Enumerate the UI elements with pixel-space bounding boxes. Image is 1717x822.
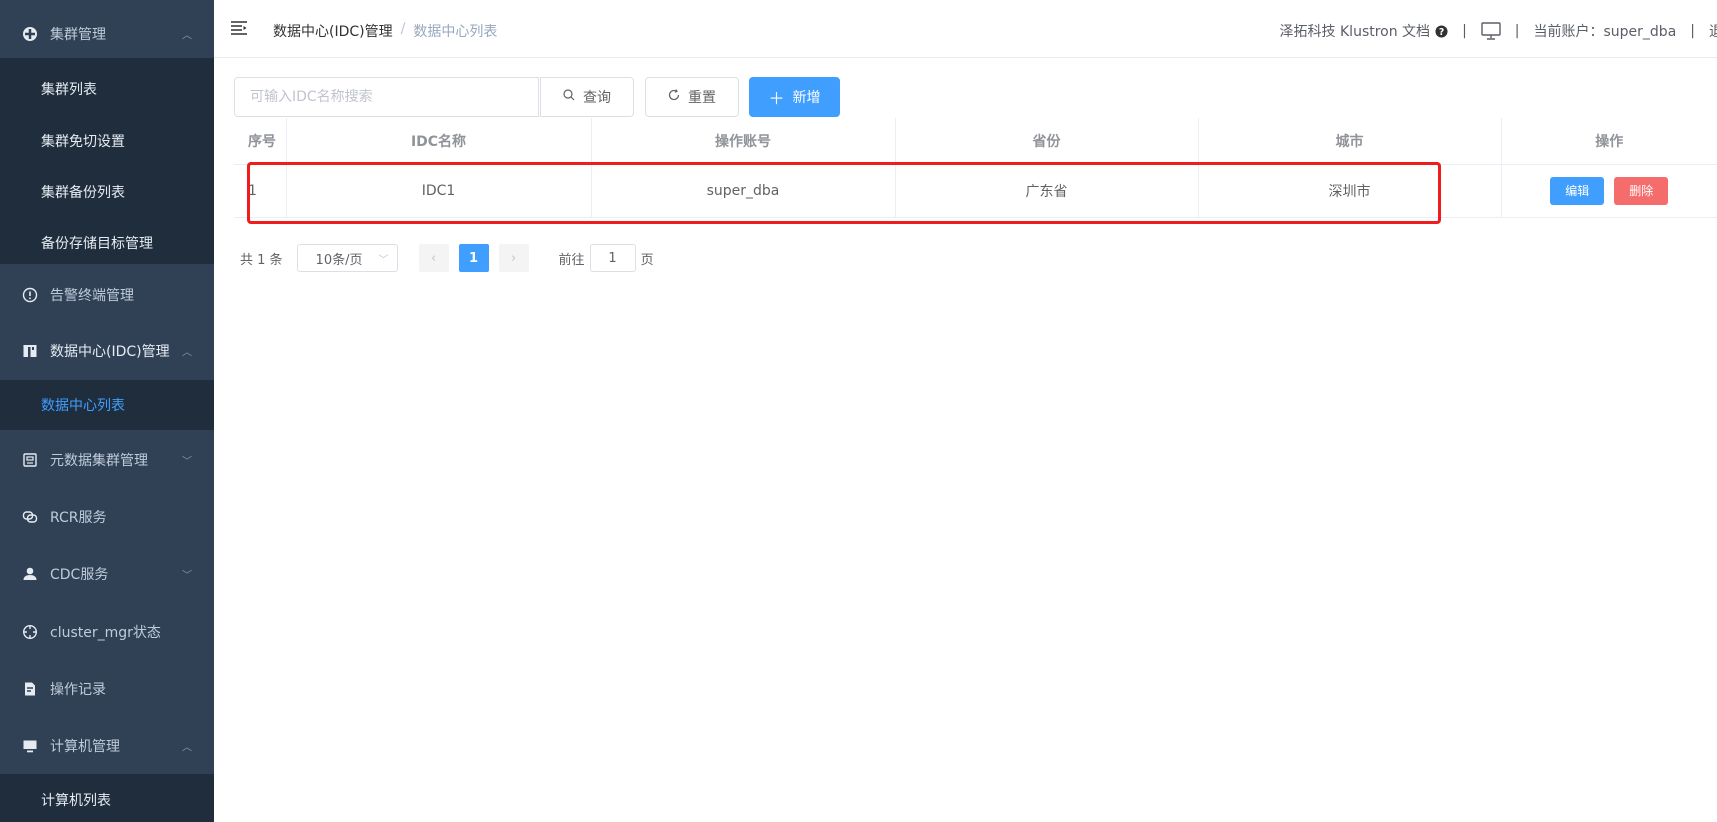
breadcrumb-separator: / — [400, 21, 406, 37]
database-icon — [22, 452, 38, 468]
chevron-up-icon: ︿ — [182, 742, 192, 754]
menu-cluster-label: 集群管理 — [50, 27, 106, 43]
page-size-value: 10条/页 — [315, 252, 363, 268]
submenu-item-idc-list[interactable]: 数据中心列表 — [0, 380, 214, 430]
column-header-idc-name: IDC名称 — [286, 118, 592, 165]
query-button[interactable]: 查询 — [540, 77, 634, 117]
table-header-row: 序号 IDC名称 操作账号 省份 城市 操作 — [234, 118, 1717, 165]
chevron-down-icon: ﹀ — [378, 255, 389, 266]
column-header-account: 操作账号 — [591, 118, 896, 165]
menu-idc-management[interactable]: 数据中心(IDC)管理 ︿ — [0, 327, 214, 375]
submenu-item-backup-storage[interactable]: 备份存储目标管理 — [0, 218, 214, 268]
chevron-left-icon: ‹ — [430, 250, 437, 266]
alert-icon — [22, 287, 38, 303]
reset-button-label: 重置 — [688, 90, 716, 106]
menu-alarm-label: 告警终端管理 — [50, 288, 134, 304]
menu-alarm[interactable]: 告警终端管理 — [0, 271, 214, 319]
submenu-item-cluster-list[interactable]: 集群列表 — [0, 64, 214, 114]
menu-cluster-mgr-label: cluster_mgr状态 — [50, 625, 161, 641]
current-account: 当前账户：super_dba — [1533, 24, 1677, 40]
submenu-item-cluster-backup[interactable]: 集群备份列表 — [0, 167, 214, 217]
link-icon — [22, 509, 38, 525]
column-header-actions: 操作 — [1501, 118, 1717, 165]
column-header-index: 序号 — [234, 118, 287, 165]
separator: | — [1690, 23, 1695, 39]
edit-button[interactable]: 编辑 — [1550, 177, 1605, 205]
menu-cdc-label: CDC服务 — [50, 567, 109, 583]
menu-meta-label: 元数据集群管理 — [50, 453, 148, 469]
page-size-select[interactable]: 10条/页 ﹀ — [296, 244, 398, 272]
chevron-up-icon: ︿ — [182, 347, 192, 359]
building-icon — [22, 343, 38, 359]
pagination-total: 共 1 条 — [240, 252, 283, 268]
sidebar: 集群管理 ︿ 集群列表 集群免切设置 集群备份列表 备份存储目标管理 告警终端管… — [0, 0, 214, 822]
goto-label: 前往 — [558, 252, 585, 268]
next-page-button[interactable]: › — [498, 244, 529, 272]
chevron-down-icon: ﹀ — [182, 456, 192, 468]
add-button-label: 新增 — [792, 90, 821, 106]
prev-page-button[interactable]: ‹ — [418, 244, 449, 272]
refresh-icon — [668, 89, 680, 105]
cell-index: 1 — [234, 164, 287, 218]
idc-table: 序号 IDC名称 操作账号 省份 城市 操作 1 IDC1 super_dba … — [234, 118, 1717, 218]
hamburger-menu-icon[interactable] — [231, 21, 247, 35]
breadcrumb-parent[interactable]: 数据中心(IDC)管理 — [273, 21, 393, 41]
menu-operation-log-label: 操作记录 — [50, 682, 106, 698]
chevron-up-icon: ︿ — [182, 30, 192, 42]
docs-link[interactable]: 泽拓科技 Klustron 文档 — [1280, 21, 1431, 41]
menu-meta-cluster[interactable]: 元数据集群管理 ﹀ — [0, 436, 214, 484]
user-icon — [22, 566, 38, 582]
menu-computer-label: 计算机管理 — [50, 739, 120, 755]
plus-icon: ＋ — [768, 89, 785, 108]
table-row: 1 IDC1 super_dba 广东省 深圳市 编辑 删除 — [234, 164, 1717, 218]
idc-search-input[interactable] — [234, 77, 539, 117]
breadcrumb: 数据中心(IDC)管理 / 数据中心列表 — [273, 21, 497, 41]
page-number-current[interactable]: 1 — [458, 244, 489, 272]
menu-rcr-label: RCR服务 — [50, 510, 107, 526]
menu-cluster-management[interactable]: 集群管理 ︿ — [0, 10, 214, 58]
separator: | — [1462, 23, 1467, 39]
menu-idc-label: 数据中心(IDC)管理 — [50, 344, 170, 360]
screen-monitor-icon[interactable] — [1481, 22, 1501, 40]
document-icon — [22, 681, 38, 697]
cell-city: 深圳市 — [1198, 164, 1502, 218]
breadcrumb-current: 数据中心列表 — [413, 24, 498, 40]
reset-button[interactable]: 重置 — [645, 77, 739, 117]
query-button-label: 查询 — [583, 90, 611, 106]
delete-button[interactable]: 删除 — [1614, 177, 1669, 205]
submenu-item-computer-list[interactable]: 计算机列表 — [0, 775, 214, 822]
cell-province: 广东省 — [895, 164, 1199, 218]
top-header: 数据中心(IDC)管理 / 数据中心列表 泽拓科技 Klustron 文档 ? … — [214, 0, 1717, 58]
goto-page-input[interactable]: 1 — [589, 244, 636, 272]
cluster-icon — [22, 26, 38, 42]
monitor-icon — [22, 738, 38, 754]
add-button[interactable]: ＋ 新增 — [749, 77, 840, 117]
logout-link[interactable]: 退 — [1709, 21, 1717, 41]
chevron-down-icon: ﹀ — [182, 570, 192, 582]
column-header-city: 城市 — [1198, 118, 1502, 165]
menu-cluster-mgr[interactable]: cluster_mgr状态 — [0, 608, 214, 656]
cell-idc-name: IDC1 — [286, 164, 592, 218]
help-circle-icon[interactable]: ? — [1435, 24, 1448, 38]
menu-cdc[interactable]: CDC服务 ﹀ — [0, 550, 214, 598]
menu-operation-log[interactable]: 操作记录 — [0, 665, 214, 713]
submenu-item-cluster-failover[interactable]: 集群免切设置 — [0, 116, 214, 166]
cell-account: super_dba — [591, 164, 896, 218]
menu-computer-management[interactable]: 计算机管理 ︿ — [0, 722, 214, 770]
separator: | — [1514, 23, 1520, 39]
target-icon — [22, 624, 38, 640]
search-icon — [563, 89, 575, 105]
pagination: 共 1 条 10条/页 ﹀ ‹ 1 › 前往 1 页 — [240, 244, 654, 272]
svg-text:?: ? — [1439, 26, 1444, 37]
header-right: 泽拓科技 Klustron 文档 ? | | 当前账户：super_dba | … — [1280, 21, 1717, 41]
column-header-province: 省份 — [895, 118, 1199, 165]
page-suffix: 页 — [640, 252, 654, 268]
menu-rcr[interactable]: RCR服务 — [0, 493, 214, 541]
cell-actions: 编辑 删除 — [1501, 164, 1717, 218]
chevron-right-icon: › — [510, 250, 517, 266]
